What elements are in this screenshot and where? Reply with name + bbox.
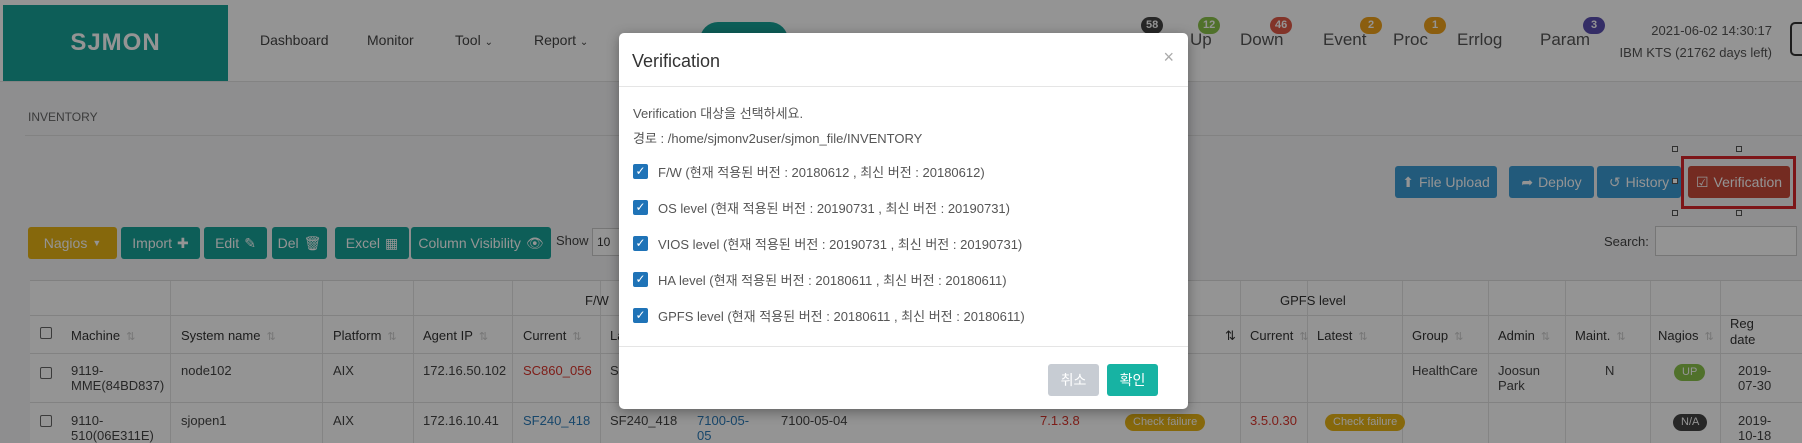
option-ha-level[interactable]: ✓ HA level (현재 적용된 버전 : 20180611 , 최신 버전 … bbox=[633, 270, 1007, 288]
check-icon[interactable]: ✓ bbox=[633, 307, 648, 323]
check-icon[interactable]: ✓ bbox=[633, 163, 648, 179]
option-os-level[interactable]: ✓ OS level (현재 적용된 버전 : 20190731 , 최신 버전 … bbox=[633, 198, 1010, 216]
cancel-button[interactable]: 취소 bbox=[1048, 364, 1099, 396]
check-icon[interactable]: ✓ bbox=[633, 235, 648, 251]
option-vios-level[interactable]: ✓ VIOS level (현재 적용된 버전 : 20190731 , 최신 버… bbox=[633, 234, 1022, 252]
modal-path: 경로 : /home/sjmonv2user/sjmon_file/INVENT… bbox=[633, 131, 923, 146]
option-gpfs-level-label: GPFS level (현재 적용된 버전 : 20180611 , 최신 버전… bbox=[658, 308, 1025, 324]
option-fw[interactable]: ✓ F/W (현재 적용된 버전 : 20180612 , 최신 버전 : 201… bbox=[633, 162, 985, 180]
option-ha-level-label: HA level (현재 적용된 버전 : 20180611 , 최신 버전 :… bbox=[658, 272, 1007, 288]
modal-header-divider bbox=[619, 86, 1188, 87]
option-os-level-label: OS level (현재 적용된 버전 : 20190731 , 최신 버전 :… bbox=[658, 200, 1010, 216]
option-vios-level-label: VIOS level (현재 적용된 버전 : 20190731 , 최신 버전… bbox=[658, 236, 1023, 252]
option-gpfs-level[interactable]: ✓ GPFS level (현재 적용된 버전 : 20180611 , 최신 버… bbox=[633, 306, 1025, 324]
confirm-button[interactable]: 확인 bbox=[1107, 364, 1158, 396]
verification-modal: Verification × Verification 대상을 선택하세요. 경… bbox=[619, 33, 1188, 409]
option-fw-label: F/W (현재 적용된 버전 : 20180612 , 최신 버전 : 2018… bbox=[658, 164, 985, 180]
check-icon[interactable]: ✓ bbox=[633, 271, 648, 287]
close-icon[interactable]: × bbox=[1163, 47, 1174, 68]
modal-instruction: Verification 대상을 선택하세요. bbox=[633, 106, 804, 121]
check-icon[interactable]: ✓ bbox=[633, 199, 648, 215]
modal-footer-divider bbox=[619, 346, 1188, 347]
modal-title: Verification bbox=[632, 51, 721, 71]
